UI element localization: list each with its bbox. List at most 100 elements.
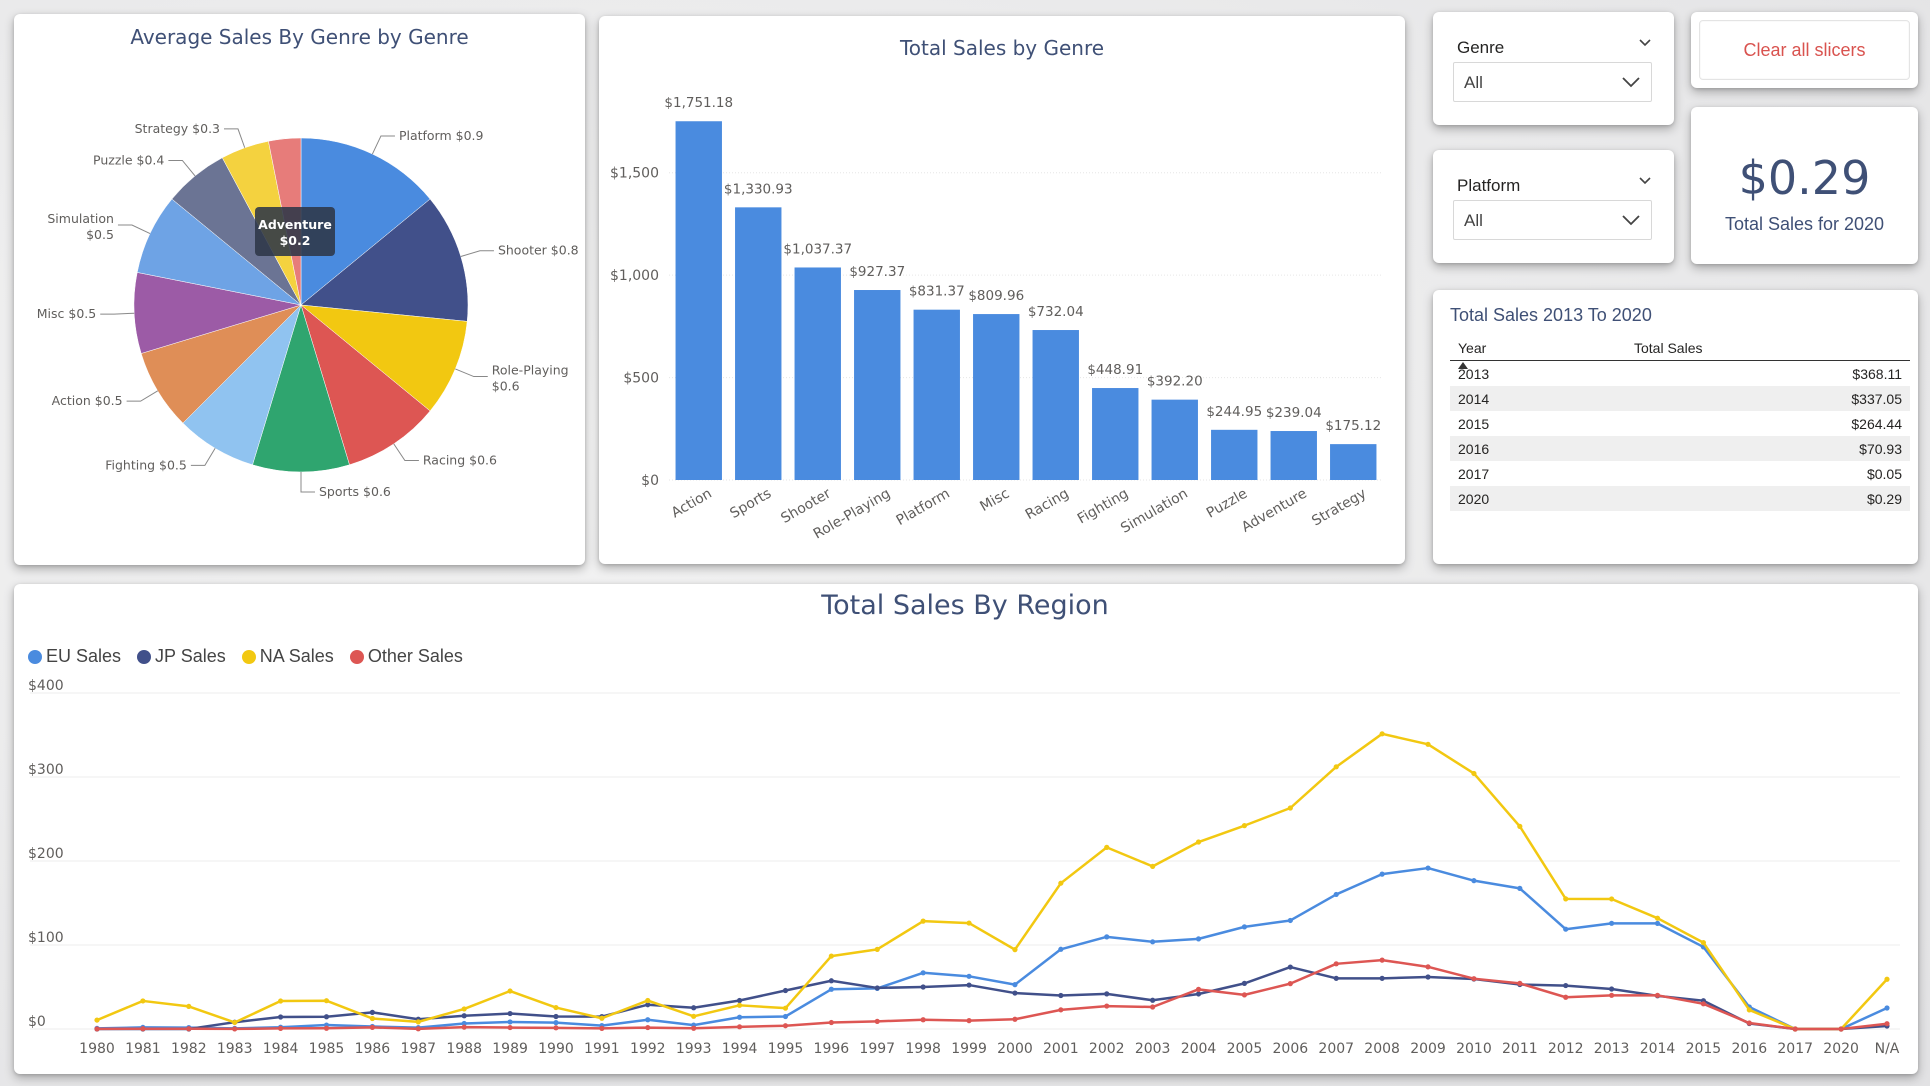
table-cell-year: 2015 xyxy=(1450,411,1626,436)
bar-ytick-label: $500 xyxy=(623,371,659,387)
table-cell-sales: $368.11 xyxy=(1626,360,1910,386)
bar-shooter xyxy=(794,267,841,480)
clear-all-slicers-button[interactable]: Clear all slicers xyxy=(1699,20,1910,80)
pie-tooltip-value: $0.2 xyxy=(280,233,311,248)
table-cell-sales: $264.44 xyxy=(1626,411,1910,436)
legend-label: JP Sales xyxy=(155,646,226,666)
bar-role-playing xyxy=(854,290,901,480)
kpi-value: $0.29 xyxy=(1738,151,1871,205)
legend-label: EU Sales xyxy=(46,646,122,666)
kpi-label: Total Sales for 2020 xyxy=(1724,214,1885,234)
pie-leader-line xyxy=(300,472,315,493)
sales-table: Year Total Sales 2013 $368.11 2014 $337.05… xyxy=(1450,336,1910,511)
bar-category-label: Action xyxy=(669,486,715,522)
legend-dot xyxy=(28,649,42,664)
bar-sports xyxy=(735,207,782,480)
pie-leader-line xyxy=(460,250,494,258)
legend-item-jp[interactable]: JP Sales xyxy=(137,646,226,667)
bar-data-label: $175.12 xyxy=(1325,418,1381,434)
bar-category-label: Sports xyxy=(727,486,774,522)
platform-dropdown[interactable]: All xyxy=(1453,200,1652,240)
legend-item-na[interactable]: NA Sales xyxy=(241,646,334,667)
bar-category-label: Platform xyxy=(894,486,953,529)
line-chart-legend[interactable]: EU Sales JP Sales NA Sales Other Sales xyxy=(28,646,463,667)
bar-fighting xyxy=(1092,388,1139,480)
bar-data-label: $1,751.18 xyxy=(664,95,733,111)
pie-data-label: Simulation $0.5 xyxy=(47,211,114,242)
bar-chart-card: Total Sales by Genre $0 $500 $1,000 $1,500 $… xyxy=(599,16,1405,564)
bar-platform xyxy=(913,309,960,480)
bar-simulation xyxy=(1151,399,1198,480)
pie-data-label: Racing $0.6 xyxy=(423,452,497,467)
genre-dropdown[interactable]: All xyxy=(1453,62,1652,102)
column-header-year[interactable]: Year xyxy=(1450,336,1626,361)
pie-data-label: Action $0.5 xyxy=(52,393,123,408)
pie-data-label: Strategy $0.3 xyxy=(135,121,220,136)
pie-leader-line xyxy=(100,312,135,315)
pie-data-label: Shooter $0.8 xyxy=(498,243,579,258)
pie-data-label: Sports $0.6 xyxy=(319,484,391,499)
legend-dot xyxy=(349,649,364,664)
table-cell-year: 2020 xyxy=(1450,486,1626,511)
legend-item-eu[interactable]: EU Sales xyxy=(28,646,121,667)
genre-dropdown-value: All xyxy=(1464,73,1483,92)
legend-item-other[interactable]: Other Sales xyxy=(349,646,463,667)
pie-chart[interactable]: Platform $0.9 Shooter $0.8 Role-Playing $0.… xyxy=(14,14,585,565)
column-header-total-sales[interactable]: Total Sales xyxy=(1626,336,1910,361)
bar-data-label: $831.37 xyxy=(909,284,965,300)
table-cell-sales: $337.05 xyxy=(1626,386,1910,411)
platform-dropdown-value: All xyxy=(1464,211,1483,230)
bar-strategy xyxy=(1330,444,1377,480)
pie-leader-line xyxy=(371,135,395,155)
bar-chart[interactable]: $0 $500 $1,000 $1,500 $1,751.18 Action $1,330.… xyxy=(599,16,1405,564)
legend-dot xyxy=(241,649,256,664)
pie-data-label: Fighting $0.5 xyxy=(105,457,187,472)
bar-action xyxy=(675,121,722,480)
bar-category-label: Racing xyxy=(1023,486,1072,524)
legend-label: NA Sales xyxy=(259,646,334,666)
pie-leader-line xyxy=(224,128,246,148)
bar-ytick-label: $1,000 xyxy=(610,268,659,284)
genre-slicer-label: Genre xyxy=(1457,38,1505,57)
kpi-card: $0.29 Total Sales for 2020 xyxy=(1691,107,1918,264)
sales-table-card: Total Sales 2013 To 2020 Year Total Sale… xyxy=(1433,290,1918,564)
bar-data-label: $732.04 xyxy=(1028,304,1084,320)
pie-leader-line xyxy=(126,390,159,402)
platform-slicer: Platform All xyxy=(1433,150,1674,263)
pie-data-label: Misc $0.5 xyxy=(37,306,96,321)
platform-slicer-label: Platform xyxy=(1457,176,1521,195)
table-cell-year: 2016 xyxy=(1450,436,1626,461)
bar-category-label: Misc xyxy=(977,486,1012,515)
bar-data-label: $392.20 xyxy=(1147,374,1203,390)
pie-leader-line xyxy=(117,224,151,235)
bar-data-label: $809.96 xyxy=(968,288,1024,304)
chevron-down-icon xyxy=(1622,77,1640,88)
pie-leader-line xyxy=(393,443,419,461)
bar-data-label: $448.91 xyxy=(1087,362,1143,378)
chevron-down-icon[interactable] xyxy=(1638,174,1652,188)
pie-data-label: Role-Playing $0.6 xyxy=(492,363,569,394)
pie-tooltip-name: Adventure xyxy=(258,217,332,232)
table-cell-year: 2014 xyxy=(1450,386,1626,411)
bar-category-label: Puzzle xyxy=(1204,486,1250,522)
pie-chart-card: Average Sales By Genre by Genre Platform… xyxy=(14,14,585,565)
bar-adventure xyxy=(1270,431,1317,480)
bar-data-label: $244.95 xyxy=(1206,404,1262,420)
table-wrap: Year Total Sales 2013 $368.11 2014 $337.05… xyxy=(1450,336,1910,511)
pie-data-label: Puzzle $0.4 xyxy=(93,152,164,167)
bar-category-label: Simulation xyxy=(1118,486,1191,537)
table-cell-sales: $0.29 xyxy=(1626,486,1910,511)
line-chart-title: Total Sales By Region xyxy=(821,590,1109,621)
table-title: Total Sales 2013 To 2020 xyxy=(1450,305,1652,325)
pie-leader-line xyxy=(168,159,196,177)
bar-misc xyxy=(973,314,1020,480)
pie-data-label: Platform $0.9 xyxy=(399,128,484,143)
table-cell-sales: $70.93 xyxy=(1626,436,1910,461)
bar-category-label: Adventure xyxy=(1239,486,1310,536)
legend-dot xyxy=(137,649,152,664)
bar-ytick-label: $0 xyxy=(641,473,659,489)
bar-data-label: $1,330.93 xyxy=(724,181,793,197)
table-cell-year: 2013 xyxy=(1450,360,1626,386)
chevron-down-icon[interactable] xyxy=(1638,36,1652,50)
bar-ytick-label: $1,500 xyxy=(610,166,659,182)
